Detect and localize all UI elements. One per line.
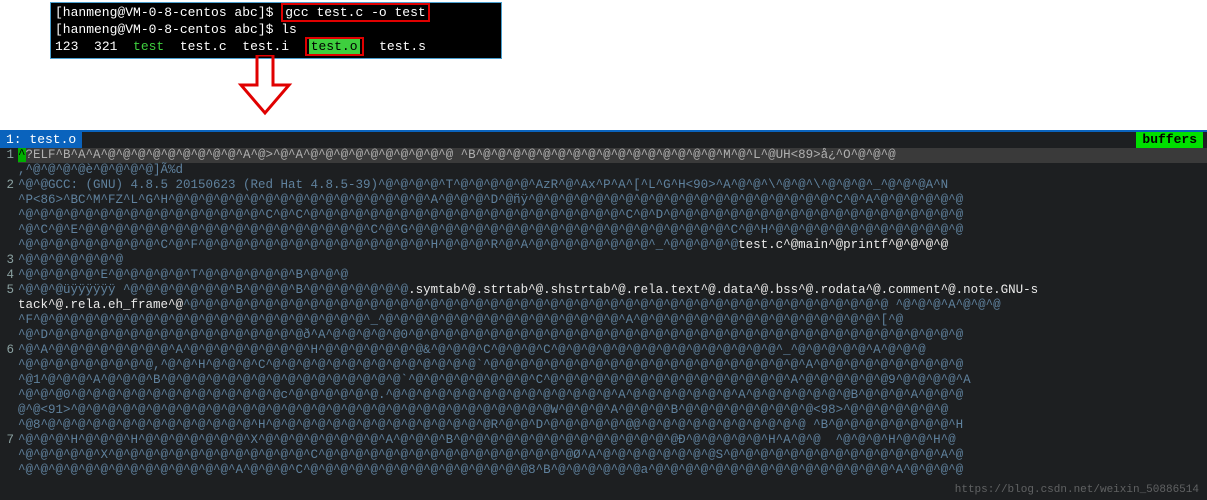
- command-highlight: gcc test.c -o test: [281, 3, 429, 22]
- terminal-line-2: [hanmeng@VM-0-8-centos abc]$ ls: [55, 22, 497, 39]
- buffers-button[interactable]: buffers: [1136, 132, 1203, 148]
- ls-item-obj: test.o: [309, 39, 360, 54]
- editor-line: ^F^@^@^@^@^@^@^@^@^@^@^@^@^@^@^@^@^@^@^@…: [0, 313, 1207, 328]
- ls-item: test.i: [242, 39, 289, 54]
- editor-line: ^@^@^@^@^@^@^@^@^@,^@^@^H^@^@^@^C^@^@^@^…: [0, 358, 1207, 373]
- line-number: 4: [0, 268, 18, 283]
- ls-item: 321: [94, 39, 117, 54]
- prompt: [hanmeng@VM-0-8-centos abc]$: [55, 5, 281, 20]
- code-text: ^@^@^@^@^@^@^@: [18, 253, 1207, 268]
- line-number: 5: [0, 283, 18, 298]
- command: ls: [281, 22, 297, 37]
- editor-line: ^@^@^@^@^@^X^@^@^@^@^@^@^@^@^@^@^@^@^@^C…: [0, 448, 1207, 463]
- tab-active[interactable]: 1: test.o: [0, 132, 82, 148]
- editor-line: 6^@^A^@^@^@^@^@^@^@^@^A^@^@^@^@^@^@^@^@^…: [0, 343, 1207, 358]
- editor-line: ^@^C^@^E^@^@^@^@^@^@^@^@^@^@^@^@^@^@^@^@…: [0, 223, 1207, 238]
- code-text: tack^@.rela.eh_frame^@^@^@^@^@^@^@^@^@^@…: [18, 298, 1207, 313]
- symbol-names: test.c^@main^@printf^@^@^@^@: [738, 238, 948, 252]
- editor-line: @^@<91>^@^@^@^@^@^@^@^@^@^@^@^@^@^@^@^@^…: [0, 403, 1207, 418]
- editor-line: 3^@^@^@^@^@^@^@: [0, 253, 1207, 268]
- symbol-names: .symtab^@.strtab^@.shstrtab^@.rela.text^…: [408, 283, 1038, 297]
- code-text: ^@8^@^@^@^@^@^@^@^@^@^@^@^@^@^@^H^@^@^@^…: [18, 418, 1207, 433]
- terminal-line-3: 123 321 test test.c test.i test.o test.s: [55, 39, 497, 56]
- code-text: ,^@^@^@^@è^@^@^@^@]Ã%d: [18, 163, 1207, 178]
- editor-line: 1^?ELF^B^A^A^@^@^@^@^@^@^@^@^@^A^@>^@^A^…: [0, 148, 1207, 163]
- code-text: ^F^@^@^@^@^@^@^@^@^@^@^@^@^@^@^@^@^@^@^@…: [18, 313, 1207, 328]
- line-number: 3: [0, 253, 18, 268]
- editor-line: ,^@^@^@^@è^@^@^@^@]Ã%d: [0, 163, 1207, 178]
- code-text: @^@<91>^@^@^@^@^@^@^@^@^@^@^@^@^@^@^@^@^…: [18, 403, 1207, 418]
- editor-line: ^@^@^@^@^@^@^@^@^@^C^@^F^@^@^@^@^@^@^@^@…: [0, 238, 1207, 253]
- editor-line: ^@8^@^@^@^@^@^@^@^@^@^@^@^@^@^@^H^@^@^@^…: [0, 418, 1207, 433]
- code-text: ^@^@^@^H^@^@^@^H^@^@^@^@^@^@^@^X^@^@^@^@…: [18, 433, 1207, 448]
- line-number: 7: [0, 433, 18, 448]
- cursor-icon: ^: [18, 148, 26, 162]
- line-number: 1: [0, 148, 18, 163]
- code-text: ^P<86>^BC^M^FZ^L^G^H^@^@^@^@^@^@^@^@^@^@…: [18, 193, 1207, 208]
- code-text: ^@^@^@^@^@^@^@^@^@^@^@^@^@^@^A^@^@^@^C^@…: [18, 463, 1207, 478]
- ls-item: test.c: [180, 39, 227, 54]
- symbol-names: tack^@.rela.eh_frame^@: [18, 298, 183, 312]
- editor-line: ^@^@^@^@^@^@^@^@^@^@^@^@^@^@^@^@^C^@^C^@…: [0, 208, 1207, 223]
- editor-panel[interactable]: 1: test.o buffers 1^?ELF^B^A^A^@^@^@^@^@…: [0, 130, 1207, 500]
- ls-item-exe: test: [133, 39, 164, 54]
- code-text: ^@^A^@^@^@^@^@^@^@^@^A^@^@^@^@^@^@^@^@^H…: [18, 343, 1207, 358]
- ls-item-highlight: test.o: [305, 37, 364, 56]
- editor-content[interactable]: 1^?ELF^B^A^A^@^@^@^@^@^@^@^@^@^A^@>^@^A^…: [0, 148, 1207, 478]
- editor-line: ^@^D^@^@^@^@^@^@^@^@^@^@^@^@^@^@^@^@^@ð^…: [0, 328, 1207, 343]
- terminal-panel: [hanmeng@VM-0-8-centos abc]$ gcc test.c …: [50, 2, 502, 59]
- ls-item: test.s: [379, 39, 426, 54]
- code-text: ^@^@^@0^@^@^@^@^@^@^@^@^@^@^@^@^@^@c^@^@…: [18, 388, 1207, 403]
- ls-item: 123: [55, 39, 78, 54]
- editor-line: 4^@^@^@^@^@^E^@^@^@^@^@^T^@^@^@^@^@^@^B^…: [0, 268, 1207, 283]
- tabbar: 1: test.o buffers: [0, 132, 1207, 148]
- code-text: ^@^@^@üÿÿÿÿÿÿ ^@^@^@^@^@^@^@^B^@^@^@^B^@…: [18, 283, 1207, 298]
- code-text: ^@^@^@^@^@^@^@^@^@^@^@^@^@^@^@^@^C^@^C^@…: [18, 208, 1207, 223]
- code-text: ^@^@^@^@^@^@^@^@^@^C^@^F^@^@^@^@^@^@^@^@…: [18, 238, 1207, 253]
- editor-line: ^@1^@^@^@^A^@^@^@^B^@^@^@^@^@^@^@^@^@^@^…: [0, 373, 1207, 388]
- code-text: ^@^@GCC: (GNU) 4.8.5 20150623 (Red Hat 4…: [18, 178, 1207, 193]
- editor-line: 5^@^@^@üÿÿÿÿÿÿ ^@^@^@^@^@^@^@^B^@^@^@^B^…: [0, 283, 1207, 298]
- arrow-icon: [235, 55, 295, 117]
- code-text: ^@^D^@^@^@^@^@^@^@^@^@^@^@^@^@^@^@^@^@ð^…: [18, 328, 1207, 343]
- prompt: [hanmeng@VM-0-8-centos abc]$: [55, 22, 281, 37]
- line-number: 6: [0, 343, 18, 358]
- code-text: ^@^@^@^@^@^X^@^@^@^@^@^@^@^@^@^@^@^@^@^C…: [18, 448, 1207, 463]
- code-text: ^@^@^@^@^@^E^@^@^@^@^@^T^@^@^@^@^@^@^B^@…: [18, 268, 1207, 283]
- editor-line: ^P<86>^BC^M^FZ^L^G^H^@^@^@^@^@^@^@^@^@^@…: [0, 193, 1207, 208]
- code-text: ^@^C^@^E^@^@^@^@^@^@^@^@^@^@^@^@^@^@^@^@…: [18, 223, 1207, 238]
- editor-line: 7^@^@^@^H^@^@^@^H^@^@^@^@^@^@^@^X^@^@^@^…: [0, 433, 1207, 448]
- code-text: ^@1^@^@^@^A^@^@^@^B^@^@^@^@^@^@^@^@^@^@^…: [18, 373, 1207, 388]
- line-number: 2: [0, 178, 18, 193]
- editor-line: ^@^@^@^@^@^@^@^@^@^@^@^@^@^@^A^@^@^@^C^@…: [0, 463, 1207, 478]
- code-text: ^@^@^@^@^@^@^@^@^@,^@^@^H^@^@^@^C^@^@^@^…: [18, 358, 1207, 373]
- editor-line: tack^@.rela.eh_frame^@^@^@^@^@^@^@^@^@^@…: [0, 298, 1207, 313]
- terminal-line-1: [hanmeng@VM-0-8-centos abc]$ gcc test.c …: [55, 5, 497, 22]
- code-text: ^?ELF^B^A^A^@^@^@^@^@^@^@^@^@^A^@>^@^A^@…: [18, 148, 1207, 163]
- editor-line: ^@^@^@0^@^@^@^@^@^@^@^@^@^@^@^@^@^@c^@^@…: [0, 388, 1207, 403]
- editor-line: 2^@^@GCC: (GNU) 4.8.5 20150623 (Red Hat …: [0, 178, 1207, 193]
